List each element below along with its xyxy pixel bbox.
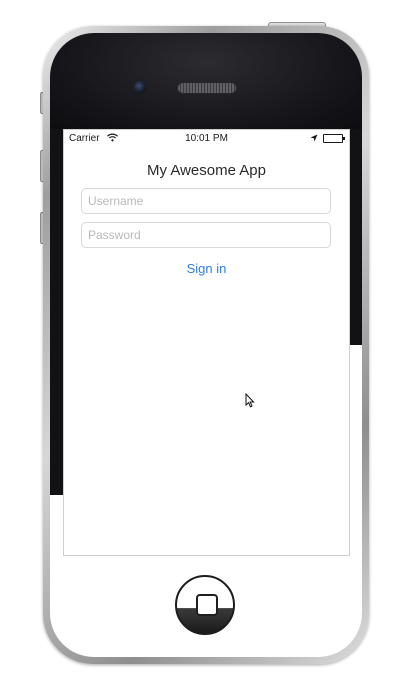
password-input[interactable] [81, 222, 331, 248]
camera-icon [134, 81, 146, 93]
mouse-cursor-icon [245, 392, 255, 413]
status-time: 10:01 PM [185, 133, 228, 144]
phone-face-right-edge [348, 129, 362, 345]
phone-face-left-edge [50, 129, 64, 495]
phone-top-panel [50, 33, 362, 131]
simulator-stage: Carrier 10:01 PM My Awesome App Sign in [0, 0, 410, 700]
speaker-grille [177, 82, 237, 94]
app-title: My Awesome App [147, 162, 266, 179]
status-bar: Carrier 10:01 PM [64, 130, 349, 148]
sign-in-button[interactable]: Sign in [64, 261, 349, 276]
home-square-icon [196, 594, 218, 616]
location-icon [310, 134, 318, 145]
username-input[interactable] [81, 188, 331, 214]
home-button[interactable] [175, 575, 235, 635]
battery-icon [323, 134, 345, 143]
device-screen: Carrier 10:01 PM My Awesome App Sign in [63, 129, 350, 556]
